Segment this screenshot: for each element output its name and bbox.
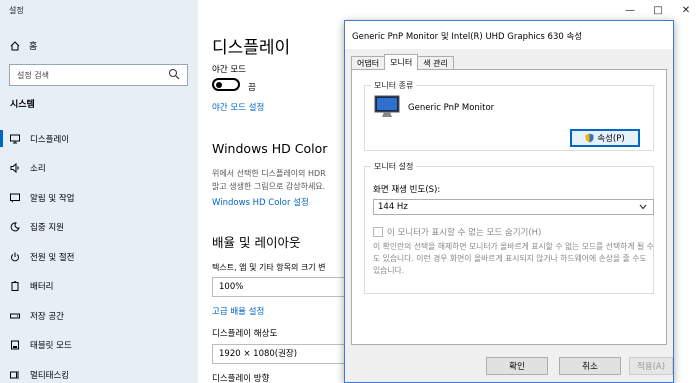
monitor-tab-panel: 모니터 종류 Generic PnP Monitor 속성(P) 모니터 설정 … bbox=[351, 69, 667, 345]
minimize-button[interactable]: — bbox=[616, 0, 644, 20]
properties-button-label: 속성(P) bbox=[597, 134, 625, 144]
moon-icon bbox=[10, 222, 20, 232]
sidebar-item-multitasking[interactable]: 멀티태스킹 bbox=[0, 360, 198, 383]
properties-dialog: Generic PnP Monitor 및 Intel(R) UHD Graph… bbox=[344, 20, 674, 383]
ok-button[interactable]: 확인 bbox=[486, 357, 548, 375]
hd-color-heading: Windows HD Color bbox=[212, 141, 328, 156]
group-legend: 모니터 설정 bbox=[371, 161, 417, 172]
monitor-name: Generic PnP Monitor bbox=[408, 103, 495, 113]
window-controls: — □ ✕ bbox=[616, 0, 700, 20]
advanced-scale-link[interactable]: 고급 배율 설정 bbox=[212, 305, 264, 317]
sidebar-item-power[interactable]: 전원 및 절전 bbox=[0, 242, 198, 272]
shield-icon bbox=[585, 133, 594, 143]
search-input[interactable]: 설정 검색 bbox=[9, 64, 188, 86]
monitor-settings-group: 모니터 설정 화면 재생 빈도(S): 144 Hz 이 모니터가 표시할 수 … bbox=[364, 161, 654, 294]
group-legend: 모니터 종류 bbox=[371, 80, 417, 91]
warning-text: 이 확인란의 선택을 해제하면 모니터가 올바르게 표시할 수 없는 모드를 선… bbox=[373, 242, 654, 275]
chevron-down-icon bbox=[639, 204, 647, 210]
speaker-icon bbox=[10, 163, 19, 174]
sidebar-item-sound[interactable]: 소리 bbox=[0, 154, 198, 184]
night-mode-toggle[interactable] bbox=[212, 78, 240, 91]
resolution-label: 디스플레이 해상도 bbox=[212, 329, 278, 339]
night-mode-label: 야간 모드 bbox=[212, 65, 246, 75]
resolution-dropdown[interactable]: 1920 × 1080(권장) bbox=[212, 344, 352, 364]
multitask-icon bbox=[10, 370, 19, 379]
monitor-type-group: 모니터 종류 Generic PnP Monitor 속성(P) bbox=[364, 80, 654, 151]
tab-adapter[interactable]: 어댑터 bbox=[351, 56, 386, 70]
storage-icon bbox=[10, 313, 20, 319]
hide-modes-checkbox[interactable] bbox=[373, 227, 383, 237]
sidebar-item-focus[interactable]: 집중 지원 bbox=[0, 213, 198, 243]
home-nav[interactable]: 홈 bbox=[10, 39, 37, 52]
sidebar-item-notifications[interactable]: 알림 및 작업 bbox=[0, 183, 198, 213]
dialog-tabs: 어댑터 모니터 색 관리 bbox=[351, 54, 454, 70]
hide-modes-option[interactable]: 이 모니터가 표시할 수 없는 모드 숨기기(H) bbox=[373, 226, 541, 238]
monitor-icon bbox=[10, 134, 20, 144]
night-mode-state: 끔 bbox=[248, 83, 256, 93]
tab-monitor[interactable]: 모니터 bbox=[384, 54, 419, 70]
sidebar-item-label: 태블릿 모드 bbox=[30, 341, 72, 352]
maximize-button[interactable]: □ bbox=[644, 0, 672, 20]
sidebar-item-label: 배터리 bbox=[30, 282, 54, 293]
orientation-label: 디스플레이 방향 bbox=[212, 374, 270, 383]
power-icon bbox=[11, 252, 19, 262]
refresh-rate-dropdown[interactable]: 144 Hz bbox=[373, 199, 654, 215]
hide-modes-label: 이 모니터가 표시할 수 없는 모드 숨기기(H) bbox=[387, 228, 542, 238]
sidebar-item-storage[interactable]: 저장 공간 bbox=[0, 301, 198, 331]
close-button[interactable]: ✕ bbox=[672, 0, 700, 20]
sidebar-item-label: 전원 및 절전 bbox=[30, 252, 75, 263]
dialog-title: Generic PnP Monitor 및 Intel(R) UHD Graph… bbox=[345, 21, 673, 49]
cancel-button[interactable]: 취소 bbox=[559, 357, 621, 375]
tab-color-management[interactable]: 색 관리 bbox=[417, 56, 454, 70]
refresh-rate-value: 144 Hz bbox=[378, 202, 408, 212]
home-label: 홈 bbox=[29, 42, 38, 52]
tablet-icon bbox=[11, 340, 19, 350]
scale-label: 텍스트, 앱 및 기타 항목의 크기 변 bbox=[212, 263, 326, 272]
properties-button[interactable]: 속성(P) bbox=[570, 129, 640, 147]
sidebar-nav: 디스플레이 소리 알림 및 작업 집중 지원 전원 및 절전 배터리 저장 공간… bbox=[0, 124, 198, 383]
night-mode-settings-link[interactable]: 야간 모드 설정 bbox=[212, 101, 264, 113]
sidebar-item-label: 저장 공간 bbox=[30, 311, 64, 322]
notification-icon bbox=[10, 193, 20, 203]
scale-layout-heading: 배율 및 레이아웃 bbox=[212, 235, 301, 250]
sidebar-item-display[interactable]: 디스플레이 bbox=[0, 124, 198, 154]
page-title: 디스플레이 bbox=[212, 38, 291, 58]
home-icon bbox=[10, 40, 20, 50]
battery-icon bbox=[11, 281, 19, 292]
sidebar: 설정 홈 설정 검색 시스템 디스플레이 소리 알림 및 작업 집중 지원 전원… bbox=[0, 0, 198, 383]
sidebar-item-battery[interactable]: 배터리 bbox=[0, 272, 198, 302]
sidebar-item-label: 집중 지원 bbox=[30, 223, 64, 234]
search-placeholder: 설정 검색 bbox=[17, 70, 49, 80]
apply-button[interactable]: 적용(A) bbox=[629, 357, 673, 375]
sidebar-item-tablet[interactable]: 태블릿 모드 bbox=[0, 331, 198, 361]
app-title: 설정 bbox=[9, 6, 24, 15]
monitor-icon bbox=[374, 95, 400, 117]
sidebar-item-label: 알림 및 작업 bbox=[30, 193, 75, 204]
sidebar-item-label: 디스플레이 bbox=[30, 134, 70, 145]
refresh-rate-label: 화면 재생 빈도(S): bbox=[373, 185, 441, 195]
hd-color-settings-link[interactable]: Windows HD Color 설정 bbox=[212, 196, 309, 208]
search-icon bbox=[169, 69, 180, 80]
sidebar-item-label: 소리 bbox=[30, 164, 46, 175]
section-label: 시스템 bbox=[10, 100, 35, 110]
sidebar-item-label: 멀티태스킹 bbox=[30, 370, 70, 381]
scale-dropdown[interactable]: 100% bbox=[212, 277, 352, 297]
